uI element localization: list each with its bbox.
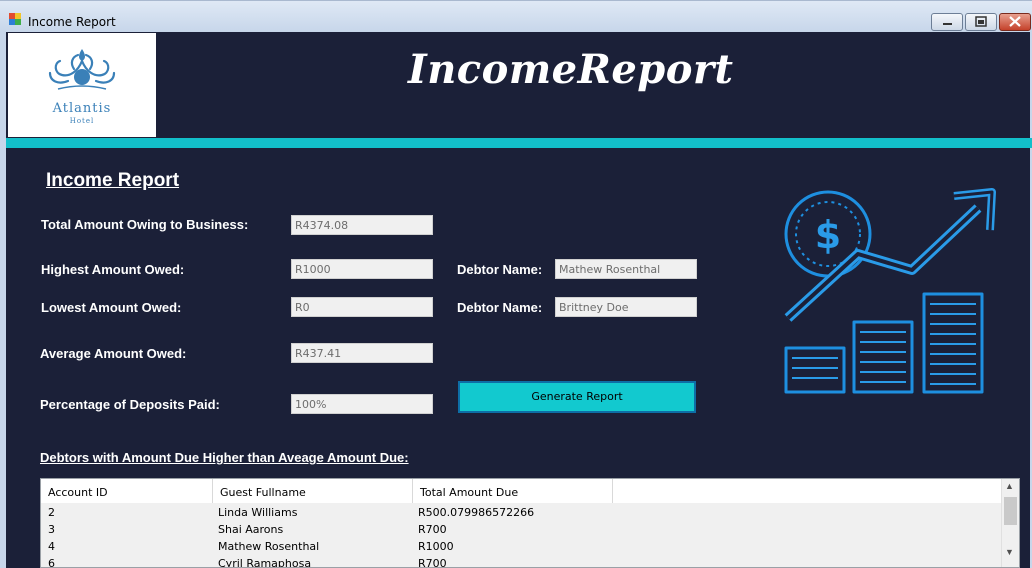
scrollbar-thumb[interactable] <box>1004 497 1017 525</box>
window-titlebar: Income Report <box>0 0 1032 32</box>
svg-text:$: $ <box>815 213 841 257</box>
cell-total-amount-due: R700 <box>418 557 447 568</box>
lowest-debtor-label: Debtor Name: <box>457 300 543 315</box>
income-growth-icon: $ <box>784 188 996 394</box>
debtors-grid[interactable]: Account ID Guest Fullname Total Amount D… <box>40 478 1020 568</box>
window-title: Income Report <box>28 15 116 29</box>
hotel-logo: Atlantis Hotel <box>8 33 156 137</box>
deposit-percentage-field[interactable]: 100% <box>291 394 433 414</box>
highest-owed-label: Highest Amount Owed: <box>41 262 185 277</box>
maximize-icon <box>975 16 987 27</box>
table-row[interactable]: 4 Mathew Rosenthal R1000 <box>41 538 1003 555</box>
average-owed-field[interactable]: R437.41 <box>291 343 433 363</box>
cell-guest-fullname: Shai Aarons <box>218 523 284 536</box>
cell-account-id: 3 <box>48 523 55 536</box>
generate-report-button[interactable]: Generate Report <box>458 381 696 413</box>
scroll-down-icon[interactable]: ▼ <box>1005 547 1014 557</box>
cell-guest-fullname: Linda Williams <box>218 506 298 519</box>
header-title: IncomeReport <box>408 46 734 93</box>
table-row[interactable]: 6 Cyril Ramaphosa R700 <box>41 555 1003 568</box>
total-owing-field[interactable]: R4374.08 <box>291 215 433 235</box>
lowest-owed-field[interactable]: R0 <box>291 297 433 317</box>
cell-account-id: 2 <box>48 506 55 519</box>
vertical-scrollbar[interactable]: ▲ ▼ <box>1001 479 1019 567</box>
debtors-table-title: Debtors with Amount Due Higher than Avea… <box>40 450 409 465</box>
column-header-total-amount-due[interactable]: Total Amount Due <box>413 479 613 503</box>
cell-total-amount-due: R500.079986572266 <box>418 506 535 519</box>
column-header-guest-fullname[interactable]: Guest Fullname <box>213 479 413 503</box>
app-icon <box>9 13 21 25</box>
window-frame-left <box>0 32 6 568</box>
cell-total-amount-due: R700 <box>418 523 447 536</box>
close-icon <box>1009 16 1021 27</box>
section-title: Income Report <box>46 170 180 191</box>
logo-name: Atlantis <box>52 101 112 116</box>
logo-subtitle: Hotel <box>69 117 95 125</box>
minimize-icon <box>943 23 952 25</box>
table-row[interactable]: 3 Shai Aarons R700 <box>41 521 1003 538</box>
column-header-account-id[interactable]: Account ID <box>41 479 213 503</box>
minimize-button[interactable] <box>931 13 963 31</box>
average-owed-label: Average Amount Owed: <box>40 346 187 361</box>
lowest-owed-label: Lowest Amount Owed: <box>41 300 182 315</box>
cell-account-id: 4 <box>48 540 55 553</box>
highest-debtor-field[interactable]: Mathew Rosenthal <box>555 259 697 279</box>
cell-guest-fullname: Cyril Ramaphosa <box>218 557 312 568</box>
maximize-button[interactable] <box>965 13 997 31</box>
deposit-percentage-label: Percentage of Deposits Paid: <box>40 397 220 412</box>
scroll-up-icon[interactable]: ▲ <box>1005 481 1014 491</box>
header-divider <box>6 138 1032 148</box>
lowest-debtor-field[interactable]: Brittney Doe <box>555 297 697 317</box>
close-button[interactable] <box>999 13 1031 31</box>
highest-owed-field[interactable]: R1000 <box>291 259 433 279</box>
table-row[interactable]: 2 Linda Williams R500.079986572266 <box>41 504 1003 521</box>
total-owing-label: Total Amount Owing to Business: <box>41 217 249 232</box>
cell-account-id: 6 <box>48 557 55 568</box>
hotel-logo-icon <box>48 49 116 90</box>
cell-total-amount-due: R1000 <box>418 540 454 553</box>
cell-guest-fullname: Mathew Rosenthal <box>218 540 320 553</box>
grid-header-row: Account ID Guest Fullname Total Amount D… <box>41 479 1003 503</box>
highest-debtor-label: Debtor Name: <box>457 262 543 277</box>
